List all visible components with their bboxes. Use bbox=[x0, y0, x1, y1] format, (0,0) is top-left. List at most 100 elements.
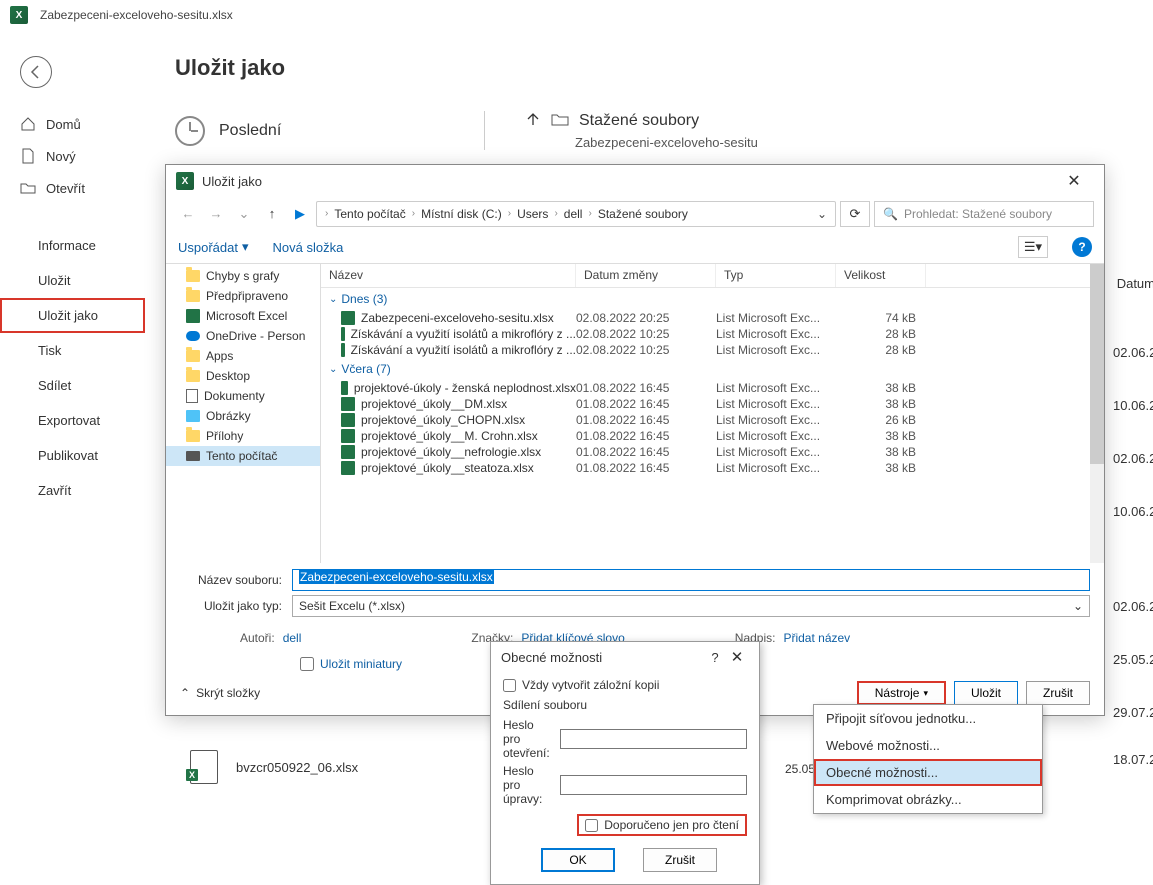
opts-close-button[interactable]: ✕ bbox=[725, 648, 749, 666]
nav-open[interactable]: Otevřít bbox=[0, 172, 145, 204]
col-size[interactable]: Velikost bbox=[836, 264, 926, 287]
file-size: 26 kB bbox=[836, 413, 926, 427]
tree-item[interactable]: Microsoft Excel bbox=[166, 306, 320, 326]
col-name[interactable]: Název bbox=[321, 264, 576, 287]
excel-file-icon bbox=[341, 413, 355, 427]
backup-checkbox[interactable]: Vždy vytvořit záložní kopii bbox=[503, 676, 747, 694]
password-edit-input[interactable] bbox=[560, 775, 747, 795]
file-group-header[interactable]: ⌄Včera (7) bbox=[321, 358, 1104, 380]
nav-save-as[interactable]: Uložit jako bbox=[0, 298, 145, 333]
crumb-1[interactable]: Místní disk (C:) bbox=[421, 207, 502, 221]
checkbox-icon[interactable] bbox=[503, 679, 516, 692]
opts-help-button[interactable]: ? bbox=[705, 650, 725, 665]
file-row[interactable]: projektové_úkoly__M. Crohn.xlsx01.08.202… bbox=[321, 428, 1104, 444]
bg-file-row[interactable]: bvzcr050922_06.xlsx bbox=[190, 750, 358, 784]
folder-icon bbox=[551, 112, 569, 129]
file-row[interactable]: projektové-úkoly - ženská neplodnost.xls… bbox=[321, 380, 1104, 396]
view-mode-button[interactable]: ☰▾ bbox=[1018, 236, 1048, 258]
file-row[interactable]: projektové_úkoly_CHOPN.xlsx01.08.2022 16… bbox=[321, 412, 1104, 428]
crumb-0[interactable]: Tento počítač bbox=[334, 207, 405, 221]
current-folder-block: Stažené soubory Zabezpeceni-exceloveho-s… bbox=[525, 111, 1133, 150]
tree-item[interactable]: Předpřipraveno bbox=[166, 286, 320, 306]
search-placeholder: Prohledat: Stažené soubory bbox=[904, 207, 1052, 221]
password-open-input[interactable] bbox=[560, 729, 747, 749]
up-level-icon[interactable] bbox=[525, 111, 541, 130]
nav-home[interactable]: Domů bbox=[0, 108, 145, 140]
tree-item[interactable]: Chyby s grafy bbox=[166, 266, 320, 286]
nav-print[interactable]: Tisk bbox=[0, 333, 145, 368]
help-button[interactable]: ? bbox=[1072, 237, 1092, 257]
bg-date: 02.06.202 bbox=[1113, 594, 1153, 619]
tree-item[interactable]: Obrázky bbox=[166, 406, 320, 426]
file-row[interactable]: projektové_úkoly__DM.xlsx01.08.2022 16:4… bbox=[321, 396, 1104, 412]
crumb-4[interactable]: Stažené soubory bbox=[598, 207, 688, 221]
file-size: 74 kB bbox=[836, 311, 926, 325]
title-meta-value[interactable]: Přidat název bbox=[783, 631, 850, 645]
file-row[interactable]: Zabezpeceni-exceloveho-sesitu.xlsx02.08.… bbox=[321, 310, 1104, 326]
tree-label: Dokumenty bbox=[204, 389, 265, 403]
authors-value[interactable]: dell bbox=[283, 631, 302, 645]
crumb-3[interactable]: dell bbox=[564, 207, 583, 221]
chevron-down-icon: ⌄ bbox=[1073, 599, 1083, 613]
nav-recent-button[interactable]: ⌄ bbox=[232, 202, 256, 226]
file-row[interactable]: projektové_úkoly__steatoza.xlsx01.08.202… bbox=[321, 460, 1104, 476]
tools-button[interactable]: Nástroje▾ bbox=[857, 681, 946, 705]
nav-info[interactable]: Informace bbox=[0, 228, 145, 263]
breadcrumb[interactable]: › Tento počítač › Místní disk (C:) › Use… bbox=[316, 201, 836, 227]
nav-save[interactable]: Uložit bbox=[0, 263, 145, 298]
file-group-header[interactable]: ⌄Dnes (3) bbox=[321, 288, 1104, 310]
checkbox-icon[interactable] bbox=[300, 657, 314, 671]
col-date[interactable]: Datum změny bbox=[576, 264, 716, 287]
scrollbar-thumb[interactable] bbox=[1090, 264, 1104, 464]
col-type[interactable]: Typ bbox=[716, 264, 836, 287]
tree-item[interactable]: Desktop bbox=[166, 366, 320, 386]
tools-compress-images[interactable]: Komprimovat obrázky... bbox=[814, 786, 1042, 813]
search-input[interactable]: 🔍 Prohledat: Stažené soubory bbox=[874, 201, 1094, 227]
nav-back-button[interactable]: ← bbox=[176, 202, 200, 226]
breadcrumb-dropdown-icon[interactable]: ⌄ bbox=[817, 207, 827, 221]
sharing-label: Sdílení souboru bbox=[503, 694, 747, 716]
nav-publish[interactable]: Publikovat bbox=[0, 438, 145, 473]
hide-folders-button[interactable]: ⌃Skrýt složky bbox=[180, 686, 260, 700]
tree-item[interactable]: Dokumenty bbox=[166, 386, 320, 406]
opts-ok-button[interactable]: OK bbox=[541, 848, 615, 872]
file-row[interactable]: Získávání a využití isolátů a mikroflóry… bbox=[321, 342, 1104, 358]
bg-date: 29.07.202 bbox=[1113, 700, 1153, 725]
scrollbar[interactable] bbox=[1090, 264, 1104, 563]
refresh-button[interactable]: ⟳ bbox=[840, 201, 870, 227]
file-list-pane: Název Datum změny Typ Velikost ⌄Dnes (3)… bbox=[321, 264, 1104, 563]
filename-label: Název souboru: bbox=[180, 573, 292, 587]
nav-export[interactable]: Exportovat bbox=[0, 403, 145, 438]
tree-item[interactable]: OneDrive - Person bbox=[166, 326, 320, 346]
close-button[interactable]: ✕ bbox=[1054, 167, 1094, 195]
nav-forward-button[interactable]: → bbox=[204, 202, 228, 226]
tools-web-options[interactable]: Webové možnosti... bbox=[814, 732, 1042, 759]
tools-map-drive[interactable]: Připojit síťovou jednotku... bbox=[814, 705, 1042, 732]
nav-share[interactable]: Sdílet bbox=[0, 368, 145, 403]
back-button[interactable] bbox=[20, 56, 52, 88]
file-icon bbox=[20, 148, 36, 164]
tree-item[interactable]: Tento počítač bbox=[166, 446, 320, 466]
filename-input[interactable]: Zabezpeceni-exceloveho-sesitu.xlsx bbox=[292, 569, 1090, 591]
file-row[interactable]: Získávání a využití isolátů a mikroflóry… bbox=[321, 326, 1104, 342]
save-button[interactable]: Uložit bbox=[954, 681, 1018, 705]
tools-general-options[interactable]: Obecné možnosti... bbox=[814, 759, 1042, 786]
crumb-2[interactable]: Users bbox=[517, 207, 548, 221]
checkbox-icon[interactable] bbox=[585, 819, 598, 832]
tree-item[interactable]: Apps bbox=[166, 346, 320, 366]
file-size: 28 kB bbox=[836, 327, 926, 341]
doc-icon bbox=[186, 389, 198, 403]
organize-button[interactable]: Uspořádat▾ bbox=[178, 239, 249, 255]
recent-location[interactable]: Poslední bbox=[175, 111, 485, 150]
nav-up-button[interactable]: ↑ bbox=[260, 202, 284, 226]
file-type: List Microsoft Exc... bbox=[716, 311, 836, 325]
cancel-button[interactable]: Zrušit bbox=[1026, 681, 1090, 705]
new-folder-button[interactable]: Nová složka bbox=[273, 240, 344, 255]
opts-cancel-button[interactable]: Zrušit bbox=[643, 848, 717, 872]
readonly-recommended-checkbox[interactable]: Doporučeno jen pro čtení bbox=[577, 814, 747, 836]
file-row[interactable]: projektové_úkoly__nefrologie.xlsx01.08.2… bbox=[321, 444, 1104, 460]
nav-close[interactable]: Zavřít bbox=[0, 473, 145, 508]
filetype-select[interactable]: Sešit Excelu (*.xlsx)⌄ bbox=[292, 595, 1090, 617]
tree-item[interactable]: Přílohy bbox=[166, 426, 320, 446]
nav-new[interactable]: Nový bbox=[0, 140, 145, 172]
